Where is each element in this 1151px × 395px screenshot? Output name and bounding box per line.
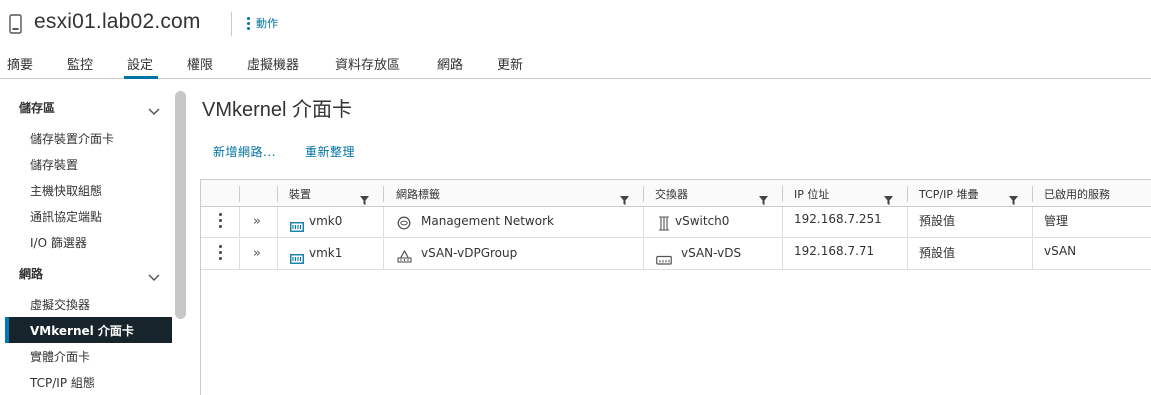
device-cell: vmk1: [309, 246, 343, 260]
column-header-enabled-services[interactable]: 已啟用的服務: [1044, 186, 1110, 202]
object-tabs: 摘要 監控 設定 權限 虛擬機器 資料存放區 網路 更新: [0, 46, 1151, 79]
distributed-switch-icon: [656, 250, 672, 269]
add-networking-button[interactable]: 新增網路...: [213, 143, 276, 160]
sidebar-item-physical-adapters[interactable]: 實體介面卡: [30, 348, 90, 365]
distributed-portgroup-icon: [397, 248, 412, 267]
network-label-cell: vSAN-vDPGroup: [421, 246, 518, 260]
column-header-device[interactable]: 裝置: [289, 186, 311, 202]
sidebar-scrollbar-thumb[interactable]: [175, 91, 186, 319]
sidebar-item-vmkernel-adapters[interactable]: VMkernel 介面卡: [5, 317, 172, 343]
sidebar-item-storage-devices[interactable]: 儲存裝置: [30, 156, 78, 173]
sidebar-item-tcpip-config[interactable]: TCP/IP 組態: [30, 374, 95, 391]
host-title: esxi01.lab02.com: [34, 10, 201, 33]
chevron-down-icon[interactable]: [148, 101, 160, 120]
sidebar-item-label: VMkernel 介面卡: [30, 324, 134, 338]
chevron-down-icon[interactable]: [148, 267, 160, 286]
network-label-cell: Management Network: [421, 214, 554, 228]
row-actions-icon[interactable]: [219, 213, 222, 228]
title-divider: [231, 12, 232, 36]
table-row[interactable]: » vmk1 vSAN-vDPGroup vSAN-vDS 192.168.7.…: [201, 239, 1151, 270]
tab-datastores[interactable]: 資料存放區: [335, 54, 400, 73]
refresh-button[interactable]: 重新整理: [305, 143, 355, 160]
ip-address-cell: 192.168.7.71: [794, 244, 875, 258]
actions-menu-button[interactable]: 動作: [247, 15, 278, 31]
row-actions-icon[interactable]: [219, 245, 222, 260]
sidebar-item-storage-adapters[interactable]: 儲存裝置介面卡: [30, 130, 114, 147]
sidebar-item-host-cache[interactable]: 主機快取組態: [30, 182, 102, 199]
page-title: VMkernel 介面卡: [202, 99, 353, 121]
standard-portgroup-icon: [397, 215, 411, 234]
column-header-network-label[interactable]: 網路標籤: [396, 186, 440, 202]
tab-updates[interactable]: 更新: [497, 54, 523, 73]
network-adapter-icon: [290, 217, 304, 236]
tcpip-stack-cell: 預設值: [919, 246, 956, 260]
tab-vms[interactable]: 虛擬機器: [247, 54, 299, 73]
enabled-services-cell: vSAN: [1044, 244, 1077, 258]
table-row[interactable]: » vmk0 Management Network vSwitch0 192.1…: [201, 207, 1151, 238]
device-cell: vmk0: [309, 214, 343, 228]
sidebar-group-storage[interactable]: 儲存區: [19, 99, 55, 116]
column-header-switch[interactable]: 交換器: [655, 186, 688, 202]
standard-switch-icon: [658, 216, 670, 235]
column-header-ip-address[interactable]: IP 位址: [794, 186, 829, 202]
enabled-services-cell: 管理: [1044, 214, 1069, 228]
switch-cell: vSAN-vDS: [681, 246, 742, 260]
actions-label: 動作: [256, 17, 278, 30]
switch-cell: vSwitch0: [675, 214, 730, 228]
tab-configure[interactable]: 設定: [127, 54, 153, 73]
table-header: 裝置 網路標籤 交換器 IP 位址 TCP/IP 堆疊 已啟用的服務: [201, 180, 1151, 207]
sidebar-item-protocol-endpoints[interactable]: 通訊協定端點: [30, 208, 102, 225]
vmkernel-adapters-table: 裝置 網路標籤 交換器 IP 位址 TCP/IP 堆疊 已啟用的服務 » vmk…: [200, 179, 1151, 395]
tab-networks[interactable]: 網路: [437, 54, 463, 73]
vertical-dots-icon: [247, 16, 250, 30]
object-header: esxi01.lab02.com 動作: [0, 0, 1151, 46]
sidebar-item-io-filters[interactable]: I/O 篩選器: [30, 234, 87, 251]
tab-permissions[interactable]: 權限: [187, 54, 213, 73]
expand-row-icon[interactable]: »: [253, 246, 261, 261]
sidebar-item-virtual-switches[interactable]: 虛擬交換器: [30, 296, 90, 313]
column-header-tcpip-stack[interactable]: TCP/IP 堆疊: [919, 186, 978, 202]
sidebar-group-networking[interactable]: 網路: [19, 265, 43, 282]
active-tab-indicator: [124, 76, 158, 79]
tcpip-stack-cell: 預設值: [919, 214, 956, 228]
ip-address-cell: 192.168.7.251: [794, 212, 882, 226]
expand-row-icon[interactable]: »: [253, 214, 261, 229]
network-adapter-icon: [290, 249, 304, 268]
host-icon: [9, 14, 22, 38]
tab-summary[interactable]: 摘要: [7, 54, 33, 73]
settings-sidebar: 儲存區 儲存裝置介面卡 儲存裝置 主機快取組態 通訊協定端點 I/O 篩選器 網…: [0, 80, 172, 395]
tab-monitor[interactable]: 監控: [67, 54, 93, 73]
